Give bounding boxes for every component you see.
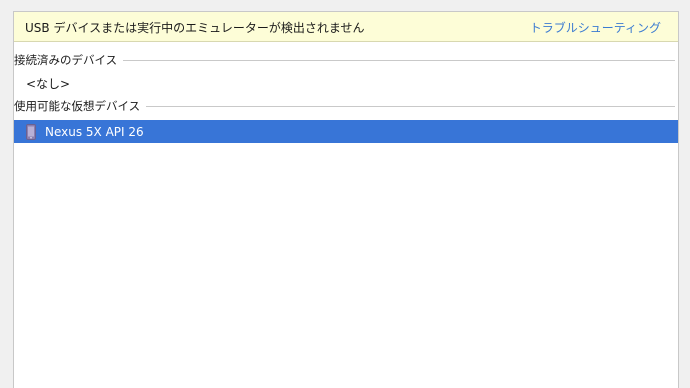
virtual-devices-header: 使用可能な仮想デバイス xyxy=(14,98,678,114)
phone-icon xyxy=(25,123,37,140)
device-label: Nexus 5X API 26 xyxy=(45,124,144,139)
no-devices-label: <なし> xyxy=(26,77,71,91)
connected-devices-header: 接続済みのデバイス xyxy=(14,52,678,68)
device-row-nexus-5x[interactable]: Nexus 5X API 26 xyxy=(14,120,678,143)
notice-bar: USB デバイスまたは実行中のエミュレーターが検出されません トラブルシューティ… xyxy=(14,12,678,42)
device-chooser-panel: USB デバイスまたは実行中のエミュレーターが検出されません トラブルシューティ… xyxy=(13,11,679,388)
notice-message: USB デバイスまたは実行中のエミュレーターが検出されません xyxy=(25,21,365,35)
troubleshooting-link[interactable]: トラブルシューティング xyxy=(530,19,661,36)
section-divider xyxy=(146,105,675,107)
connected-devices-title: 接続済みのデバイス xyxy=(14,53,118,67)
section-divider xyxy=(123,59,675,61)
virtual-devices-title: 使用可能な仮想デバイス xyxy=(14,99,141,113)
